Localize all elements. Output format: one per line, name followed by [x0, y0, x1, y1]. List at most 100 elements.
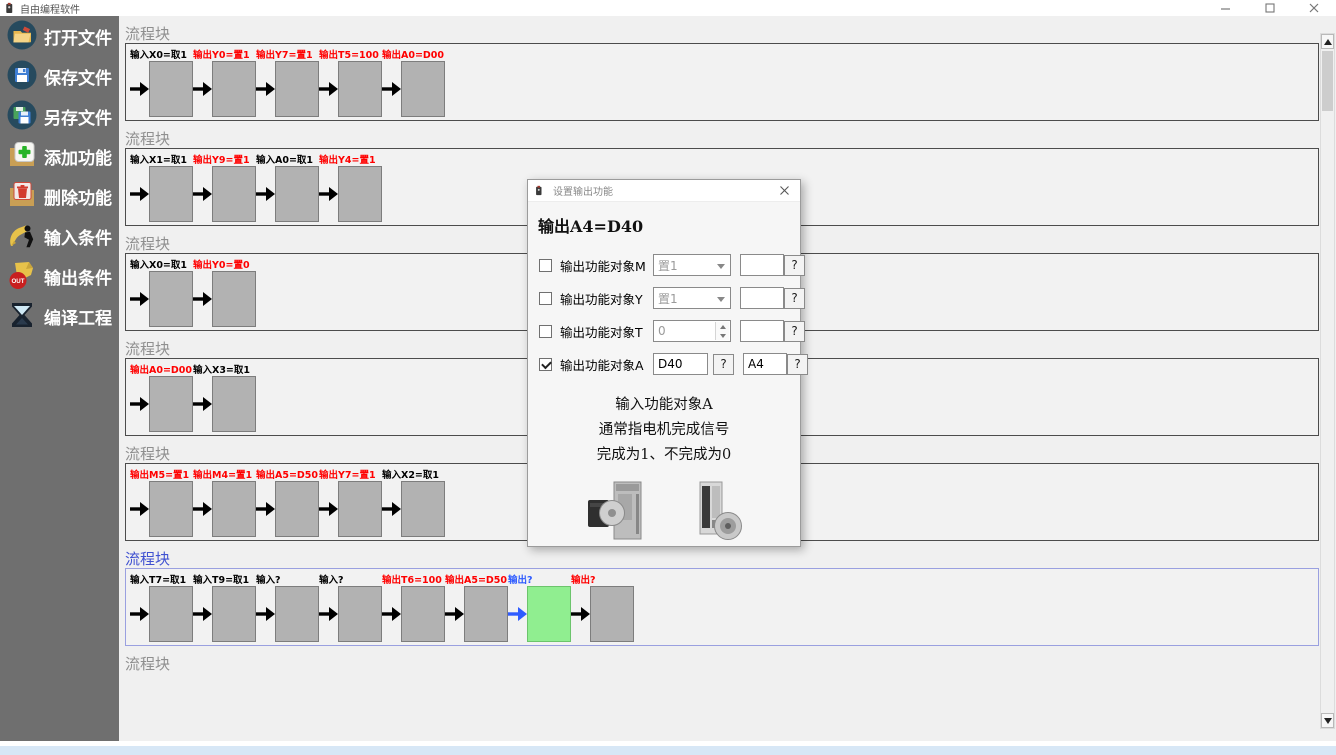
sidebar-item-1[interactable]: 打开文件 [0, 17, 119, 56]
flow-arrow-icon [256, 604, 275, 624]
sidebar-item-7[interactable]: OUT输出条件 [0, 257, 119, 296]
flow-unit: 输入T7=取1 [130, 585, 193, 643]
flow-unit: 输出T6=100 [382, 585, 445, 643]
flow-block[interactable] [212, 376, 256, 432]
help-button[interactable]: ? [784, 321, 805, 342]
flow-block[interactable] [401, 61, 445, 117]
spinner-up-icon[interactable] [716, 322, 729, 331]
sidebar-item-3[interactable]: 另存文件 [0, 97, 119, 136]
flow-block[interactable] [212, 166, 256, 222]
dialog-icon [534, 181, 544, 200]
flow-block[interactable] [275, 166, 319, 222]
flow-block[interactable] [149, 271, 193, 327]
flow-unit: 输入X3=取1 [193, 375, 256, 433]
flow-block[interactable] [401, 481, 445, 537]
flow-arrow-icon [130, 184, 149, 204]
flow-block[interactable] [338, 586, 382, 642]
flow-arrow-icon [130, 394, 149, 414]
sidebar-item-8[interactable]: 编译工程 [0, 297, 119, 336]
param-input[interactable]: A4 [743, 353, 787, 375]
checkbox[interactable] [539, 259, 552, 272]
sidebar-item-2[interactable]: 保存文件 [0, 57, 119, 96]
flow-arrow-icon [319, 604, 338, 624]
help-button[interactable]: ? [713, 354, 734, 375]
flow-unit: 输出A5=D50 [256, 480, 319, 538]
servo-motor-image [584, 480, 658, 546]
flow-block[interactable] [590, 586, 634, 642]
help-button[interactable]: ? [787, 354, 808, 375]
block-label: 输入A0=取1 [256, 152, 313, 166]
sidebar-item-label: 输入条件 [44, 224, 112, 249]
flow-block[interactable] [149, 166, 193, 222]
checkbox[interactable] [539, 325, 552, 338]
info-line: 输入功能对象A [528, 393, 800, 418]
sidebar-item-4[interactable]: 添加功能 [0, 137, 119, 176]
param-input[interactable] [740, 320, 784, 342]
flow-block[interactable] [212, 586, 256, 642]
dialog-close-icon[interactable] [768, 180, 800, 202]
flow-arrow-icon [193, 289, 212, 309]
flow-block[interactable] [212, 481, 256, 537]
param-input[interactable] [740, 287, 784, 309]
flow-unit: 输入X2=取1 [382, 480, 445, 538]
block-label: 输出Y9=置1 [193, 152, 250, 166]
flow-block[interactable] [275, 586, 319, 642]
block-label: 输出? [508, 572, 533, 586]
flow-block[interactable] [149, 376, 193, 432]
maximize-button[interactable] [1248, 0, 1292, 16]
block-label: 输入X1=取1 [130, 152, 187, 166]
flow-arrow-icon [508, 604, 527, 624]
flow-section-box[interactable]: 输入X0=取1输出Y0=置1输出Y7=置1输出T5=100输出A0=D00 [125, 43, 1319, 121]
value-input[interactable]: D40 [653, 353, 708, 375]
flow-block[interactable] [275, 61, 319, 117]
flow-block[interactable] [338, 481, 382, 537]
flow-block[interactable] [338, 61, 382, 117]
flow-block[interactable] [275, 481, 319, 537]
sidebar-item-6[interactable]: 输入条件 [0, 217, 119, 256]
flow-arrow-icon [193, 499, 212, 519]
close-button[interactable] [1292, 0, 1336, 16]
value-combobox[interactable]: 置1 [653, 287, 731, 309]
flow-unit: 输出Y9=置1 [193, 165, 256, 223]
flow-block[interactable] [149, 481, 193, 537]
dialog-row-label: 输出功能对象A [560, 355, 653, 374]
window-controls [1204, 0, 1336, 16]
flow-block[interactable] [212, 61, 256, 117]
flow-unit: 输出T5=100 [319, 60, 382, 118]
block-label: 输出Y0=置1 [193, 47, 250, 61]
help-button[interactable]: ? [784, 255, 805, 276]
combobox-value: 置1 [658, 257, 678, 274]
flow-unit: 输入X1=取1 [130, 165, 193, 223]
flow-block[interactable] [527, 586, 571, 642]
flow-block[interactable] [149, 61, 193, 117]
flow-arrow-icon [256, 79, 275, 99]
block-label: 输出Y0=置0 [193, 257, 250, 271]
flow-block[interactable] [212, 271, 256, 327]
scroll-up-icon[interactable] [1321, 34, 1334, 49]
checkbox[interactable] [539, 358, 552, 371]
flow-unit: 输入X0=取1 [130, 270, 193, 328]
scrollbar-thumb[interactable] [1322, 51, 1333, 111]
flow-block[interactable] [338, 166, 382, 222]
sidebar-item-5[interactable]: 删除功能 [0, 177, 119, 216]
scroll-down-icon[interactable] [1321, 713, 1334, 728]
flow-arrow-icon [193, 394, 212, 414]
flow-section-title: 流程块 [125, 655, 1319, 673]
block-label: 输入X0=取1 [130, 257, 187, 271]
checkbox[interactable] [539, 292, 552, 305]
value-combobox[interactable]: 置1 [653, 254, 731, 276]
flow-section-box[interactable]: 输入T7=取1输入T9=取1输入?输入?输出T6=100输出A5=D50输出?输… [125, 568, 1319, 646]
flow-unit: 输出M5=置1 [130, 480, 193, 538]
dialog-row: 输出功能对象T0? [539, 318, 790, 344]
vertical-scrollbar[interactable] [1320, 33, 1335, 729]
param-input[interactable] [740, 254, 784, 276]
spinner-down-icon[interactable] [716, 331, 729, 340]
minimize-button[interactable] [1204, 0, 1248, 16]
block-label: 输出T6=100 [382, 572, 442, 586]
flow-block[interactable] [401, 586, 445, 642]
flow-unit: 输出? [508, 585, 571, 643]
flow-block[interactable] [464, 586, 508, 642]
flow-block[interactable] [149, 586, 193, 642]
help-button[interactable]: ? [784, 288, 805, 309]
value-spinner[interactable]: 0 [653, 320, 731, 342]
